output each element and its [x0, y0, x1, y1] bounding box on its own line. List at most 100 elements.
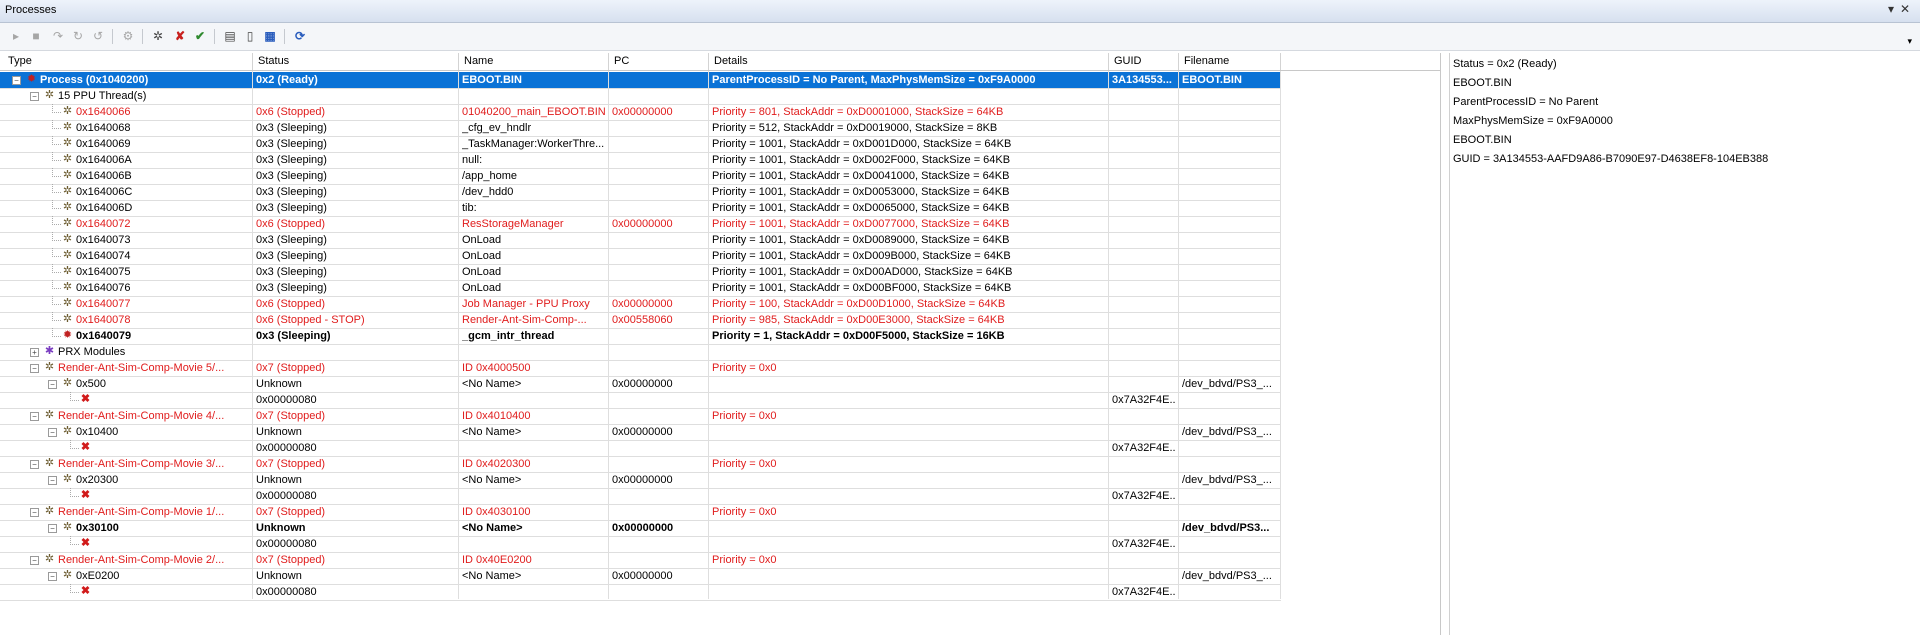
process-tree-grid: Type Status Name PC Details GUID Filenam…	[0, 53, 1441, 635]
tree-row[interactable]: + ✱ PRX Modules	[0, 344, 1281, 360]
tree-row[interactable]: ✲ 0x164006A 0x3 (Sleeping) null: Priority = …	[0, 152, 1281, 168]
cell-pc	[612, 136, 706, 152]
collapse-icon[interactable]: −	[30, 412, 39, 421]
tree-row[interactable]: − ✲ 0x30100 Unknown <No Name> 0x00000000/dev_…	[0, 520, 1281, 536]
tree-row[interactable]: ✲ 0x1640078 0x6 (Stopped - STOP) Render-Ant…	[0, 312, 1281, 328]
stop-icon[interactable]: ■	[28, 28, 44, 44]
tree-row[interactable]: ✖ 0x00000080 0x7A32F4E...	[0, 584, 1281, 600]
cell-file	[1182, 440, 1278, 456]
module-icon[interactable]: ⚙	[120, 28, 136, 44]
cell-guid: 0x7A32F4E...	[1112, 442, 1176, 454]
col-guid[interactable]: GUID	[1114, 55, 1142, 67]
cell-file	[1182, 296, 1278, 312]
tree-row[interactable]: − ✲ Render-Ant-Sim-Comp-Movie 1/... 0x7 (St…	[0, 504, 1281, 520]
step-over-icon[interactable]: ↻	[70, 28, 86, 44]
collapse-icon[interactable]: −	[48, 524, 57, 533]
col-filename[interactable]: Filename	[1184, 55, 1229, 67]
step-out-icon[interactable]: ↺	[90, 28, 106, 44]
grid-icon[interactable]: ▦	[262, 28, 278, 44]
tree-row[interactable]: ✲ 0x1640073 0x3 (Sleeping) OnLoad Priority =…	[0, 232, 1281, 248]
cell-type: 0x164006B	[76, 170, 132, 182]
cell-name	[462, 584, 606, 600]
tree-row[interactable]: ✲ 0x1640074 0x3 (Sleeping) OnLoad Priority =…	[0, 248, 1281, 264]
tree-row[interactable]: − ✲ Render-Ant-Sim-Comp-Movie 4/... 0x7 (St…	[0, 408, 1281, 424]
tree-row[interactable]: − ✲ Render-Ant-Sim-Comp-Movie 5/... 0x7 (St…	[0, 360, 1281, 376]
thread-icon: ✲	[44, 457, 55, 469]
thread-icon: ✲	[62, 265, 73, 277]
collapse-icon[interactable]: −	[30, 364, 39, 373]
collapse-icon[interactable]: −	[30, 92, 39, 101]
cell-type: Render-Ant-Sim-Comp-Movie 1/...	[58, 506, 225, 518]
col-type[interactable]: Type	[8, 55, 32, 67]
tree-row[interactable]: ✖ 0x00000080 0x7A32F4E...	[0, 392, 1281, 408]
tree-row[interactable]: ✲ 0x164006B 0x3 (Sleeping) /app_home Priorit…	[0, 168, 1281, 184]
tree-row[interactable]: − ✹ Process (0x1040200) 0x2 (Ready) EBOOT.BI…	[0, 72, 1281, 88]
cell-name	[462, 488, 606, 504]
collapse-icon[interactable]: −	[30, 460, 39, 469]
cell-status: 0x3 (Sleeping)	[256, 122, 327, 134]
collapse-icon[interactable]: −	[48, 476, 57, 485]
resume-thread-icon[interactable]: ✔	[192, 28, 208, 44]
tree-row[interactable]: ✲ 0x1640075 0x3 (Sleeping) OnLoad Priority =…	[0, 264, 1281, 280]
col-pc[interactable]: PC	[614, 55, 629, 67]
tree-row[interactable]: − ✲ 0x10400 Unknown <No Name> 0x00000000/dev_…	[0, 424, 1281, 440]
expand-icon[interactable]: +	[30, 348, 39, 357]
tree-row[interactable]: − ✲ 0xE0200 Unknown <No Name> 0x00000000/dev_…	[0, 568, 1281, 584]
cell-details: Priority = 1001, StackAddr = 0xD0065000,…	[712, 202, 1010, 214]
tree-row[interactable]: ✲ 0x1640077 0x6 (Stopped) Job Manager - PPU…	[0, 296, 1281, 312]
toolbar-overflow-icon[interactable]: ▾	[1907, 36, 1912, 47]
cell-name: ID 0x4030100	[462, 506, 531, 518]
tree-row[interactable]: − ✲ 15 PPU Thread(s)	[0, 88, 1281, 104]
tree-row[interactable]: − ✲ 0x20300 Unknown <No Name> 0x00000000/dev_…	[0, 472, 1281, 488]
tree-row[interactable]: ✲ 0x1640069 0x3 (Sleeping) _TaskManager:Wor…	[0, 136, 1281, 152]
thread-icon: ✲	[62, 569, 73, 581]
col-status[interactable]: Status	[258, 55, 289, 67]
collapse-icon[interactable]: −	[48, 428, 57, 437]
tree-row[interactable]: ✲ 0x164006C 0x3 (Sleeping) /dev_hdd0 Priorit…	[0, 184, 1281, 200]
collapse-icon[interactable]: −	[30, 508, 39, 517]
thread-icon[interactable]: ✲	[150, 28, 166, 44]
cell-details: Priority = 0x0	[712, 362, 777, 374]
tree-row[interactable]: − ✲ 0x500 Unknown <No Name> 0x00000000/dev_bd…	[0, 376, 1281, 392]
collapse-icon[interactable]: −	[48, 380, 57, 389]
properties-icon[interactable]: ▤	[222, 28, 238, 44]
col-name[interactable]: Name	[464, 55, 493, 67]
collapse-icon[interactable]: −	[48, 572, 57, 581]
cell-pc	[612, 232, 706, 248]
run-icon[interactable]: ▸	[8, 28, 24, 44]
tree-row[interactable]: ✲ 0x1640066 0x6 (Stopped) 01040200_main_EBO…	[0, 104, 1281, 120]
cell-pc	[612, 536, 706, 552]
tree-row[interactable]: ✲ 0x164006D 0x3 (Sleeping) tib: Priority = 1…	[0, 200, 1281, 216]
col-details[interactable]: Details	[714, 55, 748, 67]
step-into-icon[interactable]: ↷	[50, 28, 66, 44]
close-icon[interactable]: ✕	[1900, 2, 1910, 16]
collapse-icon[interactable]: −	[12, 76, 21, 85]
trash-icon[interactable]: ▯	[242, 28, 258, 44]
tree-row[interactable]: ✖ 0x00000080 0x7A32F4E...	[0, 536, 1281, 552]
tree-row[interactable]: − ✲ Render-Ant-Sim-Comp-Movie 2/... 0x7 (St…	[0, 552, 1281, 568]
detail-line: ParentProcessID = No Parent	[1453, 96, 1599, 108]
splitter[interactable]	[1441, 53, 1450, 635]
cell-status: 0x6 (Stopped)	[256, 218, 326, 230]
cell-type: 0x164006D	[76, 202, 133, 214]
cell-details	[712, 568, 1106, 584]
tree-row[interactable]: − ✲ Render-Ant-Sim-Comp-Movie 3/... 0x7 (St…	[0, 456, 1281, 472]
cell-pc: 0x00000000	[612, 474, 673, 486]
collapse-icon[interactable]: −	[30, 556, 39, 565]
tree-row[interactable]: ✖ 0x00000080 0x7A32F4E...	[0, 440, 1281, 456]
tree-row[interactable]: ✲ 0x1640068 0x3 (Sleeping) _cfg_ev_hndlr Pri…	[0, 120, 1281, 136]
cell-details: Priority = 0x0	[712, 506, 777, 518]
tree-row[interactable]: ✹ 0x1640079 0x3 (Sleeping) _gcm_intr_thread…	[0, 328, 1281, 344]
tree-line	[70, 392, 79, 401]
cell-status: 0x3 (Sleeping)	[256, 186, 327, 198]
kill-thread-icon[interactable]: ✘	[172, 28, 188, 44]
cell-status: 0x3 (Sleeping)	[256, 282, 327, 294]
refresh-icon[interactable]: ⟳	[292, 28, 308, 44]
tree-row[interactable]: ✖ 0x00000080 0x7A32F4E...	[0, 488, 1281, 504]
thread-icon: ✲	[62, 153, 73, 165]
cell-type: Render-Ant-Sim-Comp-Movie 4/...	[58, 410, 225, 422]
error-x-icon: ✖	[80, 585, 91, 597]
tree-row[interactable]: ✲ 0x1640072 0x6 (Stopped) ResStorageManager…	[0, 216, 1281, 232]
tree-row[interactable]: ✲ 0x1640076 0x3 (Sleeping) OnLoad Priority =…	[0, 280, 1281, 296]
dropdown-icon[interactable]: ▾	[1888, 2, 1894, 16]
